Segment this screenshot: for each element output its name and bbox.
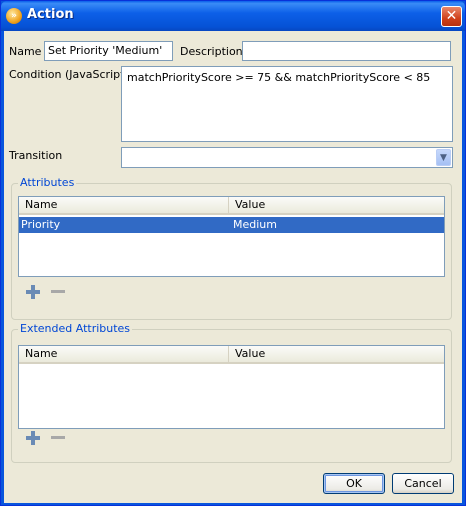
condition-label: Condition (JavaScript)	[9, 68, 129, 81]
column-header-name[interactable]: Name	[19, 197, 229, 213]
attributes-group: Attributes Name Value Priority Medium	[11, 176, 452, 320]
extended-attributes-table[interactable]: Name Value	[18, 345, 445, 429]
close-button[interactable]: ✕	[441, 6, 462, 27]
transition-label: Transition	[9, 149, 63, 162]
column-header-value[interactable]: Value	[229, 346, 444, 362]
app-logo-icon: »	[6, 8, 22, 24]
column-header-value[interactable]: Value	[229, 197, 444, 213]
extended-attributes-group-title: Extended Attributes	[18, 322, 133, 335]
remove-icon[interactable]	[50, 284, 66, 300]
condition-textarea[interactable]: matchPriorityScore >= 75 && matchPriorit…	[121, 66, 453, 142]
add-icon[interactable]	[25, 430, 41, 446]
description-field[interactable]	[242, 41, 451, 61]
extended-attributes-group: Extended Attributes Name Value	[11, 322, 452, 463]
close-icon: ✕	[445, 8, 458, 24]
ok-button[interactable]: OK	[323, 473, 385, 494]
dialog-body: Name Set Priority 'Medium' Description C…	[4, 31, 462, 503]
title-bar[interactable]: » Action ✕	[1, 1, 465, 31]
name-field[interactable]: Set Priority 'Medium'	[44, 41, 173, 61]
add-icon[interactable]	[25, 284, 41, 300]
table-row[interactable]: Priority Medium	[19, 217, 444, 233]
action-dialog: » Action ✕ Name Set Priority 'Medium' De…	[0, 0, 466, 506]
attributes-group-title: Attributes	[18, 176, 77, 189]
name-label: Name	[9, 45, 42, 58]
transition-select[interactable]: ▼	[121, 147, 453, 168]
attributes-table-header: Name Value	[19, 197, 444, 215]
cancel-button[interactable]: Cancel	[392, 473, 454, 494]
description-label: Description	[180, 45, 243, 58]
attribute-name-cell: Priority	[21, 218, 61, 231]
column-header-name[interactable]: Name	[19, 346, 229, 362]
dialog-title: Action	[27, 7, 74, 22]
extended-attributes-table-header: Name Value	[19, 346, 444, 364]
remove-icon[interactable]	[50, 430, 66, 446]
attribute-value-cell: Medium	[233, 218, 277, 231]
attributes-table[interactable]: Name Value Priority Medium	[18, 196, 445, 277]
chevron-down-icon[interactable]: ▼	[436, 149, 451, 166]
